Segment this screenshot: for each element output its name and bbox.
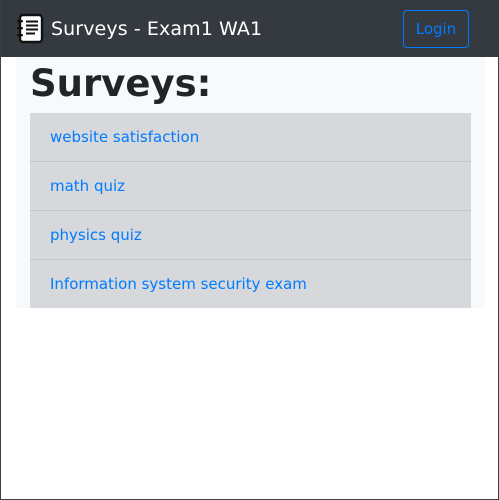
notebook-icon	[15, 13, 45, 44]
survey-link-information-system-security-exam[interactable]: Information system security exam	[50, 274, 307, 294]
survey-list: website satisfaction math quiz physics q…	[30, 113, 471, 308]
survey-link-math-quiz[interactable]: math quiz	[50, 176, 125, 196]
login-button[interactable]: Login	[403, 10, 469, 48]
app-window: Surveys - Exam1 WA1 Login Surveys: websi…	[0, 0, 499, 500]
list-item: math quiz	[30, 162, 471, 211]
surveys-panel: Surveys: website satisfaction math quiz …	[16, 57, 485, 308]
page-title: Surveys:	[30, 62, 212, 105]
survey-link-website-satisfaction[interactable]: website satisfaction	[50, 127, 199, 147]
survey-link-physics-quiz[interactable]: physics quiz	[50, 225, 142, 245]
list-item: physics quiz	[30, 211, 471, 260]
navbar: Surveys - Exam1 WA1 Login	[1, 0, 498, 57]
app-title: Surveys - Exam1 WA1	[51, 18, 263, 40]
list-item: Information system security exam	[30, 260, 471, 308]
list-item: website satisfaction	[30, 113, 471, 162]
